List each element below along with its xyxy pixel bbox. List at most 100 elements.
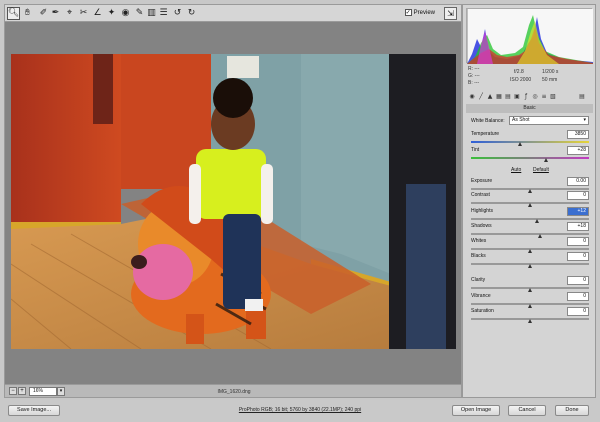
slider-track[interactable] (471, 157, 589, 159)
done-button[interactable]: Done (555, 405, 589, 416)
footer: Save Image... ProPhoto RGB; 16 bit; 5760… (0, 400, 600, 422)
cancel-button[interactable]: Cancel (508, 405, 546, 416)
basic-tab-icon[interactable]: ◉ (468, 93, 476, 101)
slider-label: Whites (471, 238, 487, 244)
slider-label: Temperature (471, 131, 500, 137)
slider-value-field[interactable]: +18 (567, 222, 589, 231)
default-link[interactable]: Default (533, 167, 549, 173)
slider-label: Clarity (471, 277, 486, 283)
toolbar: 🔍︎ ✋︎ ✐ ✒ ⌖ ✂ ∠ ✦ ◉ ✎ ▥ ☰ ↺ ↻ ✓ Preview … (4, 4, 462, 22)
zoom-tool-icon[interactable]: 🔍︎ (7, 7, 20, 20)
slider-value-field[interactable]: 0 (567, 191, 589, 200)
camera-raw-window: 🔍︎ ✋︎ ✐ ✒ ⌖ ✂ ∠ ✦ ◉ ✎ ▥ ☰ ↺ ↻ ✓ Preview … (0, 0, 600, 422)
snapshots-tab-icon[interactable]: ▧ (549, 93, 557, 101)
slider-row-blacks: Blacks 0 (471, 252, 589, 268)
rotate-ccw-icon[interactable]: ↺ (171, 7, 184, 20)
shutter-speed: 1/200 s (542, 69, 559, 75)
split-toning-tab-icon[interactable]: ▤ (504, 93, 512, 101)
iso: ISO 2000 (510, 77, 532, 83)
panel-tabs: ◉ ╱ ▲ ▦ ▤ ▣ ƒ ◎ ≡ ▧ ▤ (466, 93, 593, 103)
focal-length: 50 mm (542, 77, 558, 83)
b-label: B: (468, 80, 473, 86)
r-value: --- (474, 66, 480, 72)
slider-label: Shadows (471, 223, 492, 229)
tone-curve-tab-icon[interactable]: ╱ (477, 93, 485, 101)
file-name: IMG_1620.dng (217, 389, 251, 395)
slider-track[interactable] (471, 218, 589, 220)
rotate-cw-icon[interactable]: ↻ (185, 7, 198, 20)
slider-row-temperature: Temperature 3850 (471, 130, 589, 146)
preview-label: Preview (413, 9, 435, 16)
slider-label: Highlights (471, 208, 493, 214)
lens-tab-icon[interactable]: ▣ (513, 93, 521, 101)
slider-track[interactable] (471, 233, 589, 235)
slider-value-field[interactable]: 3850 (567, 130, 589, 139)
fullscreen-icon[interactable]: ⇲ (444, 7, 457, 20)
slider-row-shadows: Shadows +18 (471, 222, 589, 238)
slider-row-vibrance: Vibrance 0 (471, 292, 589, 308)
slider-row-contrast: Contrast 0 (471, 191, 589, 207)
section-title: Basic (466, 104, 593, 113)
slider-thumb[interactable] (527, 264, 532, 268)
g-label: G: (468, 73, 474, 79)
white-balance-value: As Shot (512, 117, 530, 123)
r-label: R: (468, 66, 473, 72)
adjustments-panel: R: --- G: --- B: --- f/2.8 1/200 s ISO 2… (462, 4, 596, 398)
slider-value-field[interactable]: +12 (567, 207, 589, 216)
slider-label: Vibrance (471, 293, 491, 299)
presets-tab-icon[interactable]: ≡ (540, 93, 548, 101)
slider-thumb[interactable] (527, 288, 532, 292)
hsl-tab-icon[interactable]: ▦ (495, 93, 503, 101)
slider-thumb[interactable] (527, 319, 532, 323)
slider-row-clarity: Clarity 0 (471, 276, 589, 292)
slider-row-highlights: Highlights +12 (471, 207, 589, 223)
slider-row-tint: Tint +28 (471, 146, 589, 162)
slider-thumb[interactable] (527, 203, 532, 207)
color-sampler-tool-icon[interactable]: ✒ (49, 7, 62, 20)
slider-row-whites: Whites 0 (471, 237, 589, 253)
hand-tool-icon[interactable]: ✋︎ (21, 7, 34, 20)
g-value: --- (474, 73, 480, 79)
image-canvas[interactable] (4, 22, 462, 384)
slider-thumb[interactable] (544, 158, 549, 162)
b-value: --- (474, 80, 480, 86)
slider-row-exposure: Exposure 0.00 (471, 177, 589, 193)
histogram (466, 8, 593, 64)
aperture: f/2.8 (514, 69, 524, 75)
camera-calibration-tab-icon[interactable]: ◎ (531, 93, 539, 101)
slider-value-field[interactable]: 0 (567, 307, 589, 316)
panel-menu-icon[interactable]: ▤ (578, 93, 586, 101)
slider-value-field[interactable]: 0 (567, 292, 589, 301)
slider-value-field[interactable]: 0 (567, 252, 589, 261)
slider-label: Saturation (471, 308, 494, 314)
auto-link[interactable]: Auto (511, 167, 521, 173)
straighten-tool-icon[interactable]: ∠ (91, 7, 104, 20)
slider-label: Contrast (471, 192, 490, 198)
canvas-status-bar: − + 16% ▾ IMG_1620.dng (4, 384, 462, 398)
white-balance-select[interactable]: As Shot ▾ (509, 116, 589, 125)
preview-checkbox[interactable]: ✓ (404, 9, 412, 16)
slider-label: Exposure (471, 178, 493, 184)
slider-row-saturation: Saturation 0 (471, 307, 589, 323)
spot-removal-tool-icon[interactable]: ✦ (105, 7, 118, 20)
slider-thumb[interactable] (518, 142, 523, 146)
slider-label: Blacks (471, 253, 486, 259)
slider-value-field[interactable]: 0 (567, 276, 589, 285)
red-eye-tool-icon[interactable]: ◉ (119, 7, 132, 20)
slider-track[interactable] (471, 141, 589, 143)
chevron-down-icon: ▾ (583, 117, 586, 123)
crop-tool-icon[interactable]: ✂ (77, 7, 90, 20)
slider-value-field[interactable]: +28 (567, 146, 589, 155)
white-balance-row: White Balance: As Shot ▾ (471, 116, 589, 126)
slider-label: Tint (471, 147, 480, 153)
photo-preview (11, 54, 456, 349)
open-image-button[interactable]: Open Image (452, 405, 500, 416)
preview-toggle[interactable]: ✓ Preview (404, 9, 435, 16)
preferences-icon[interactable]: ☰ (157, 7, 170, 20)
slider-value-field[interactable]: 0.00 (567, 177, 589, 186)
detail-tab-icon[interactable]: ▲ (486, 93, 494, 101)
effects-tab-icon[interactable]: ƒ (522, 93, 530, 101)
camera-readout: R: --- G: --- B: --- f/2.8 1/200 s ISO 2… (468, 66, 592, 90)
targeted-adjustment-tool-icon[interactable]: ⌖ (63, 7, 76, 20)
slider-value-field[interactable]: 0 (567, 237, 589, 246)
